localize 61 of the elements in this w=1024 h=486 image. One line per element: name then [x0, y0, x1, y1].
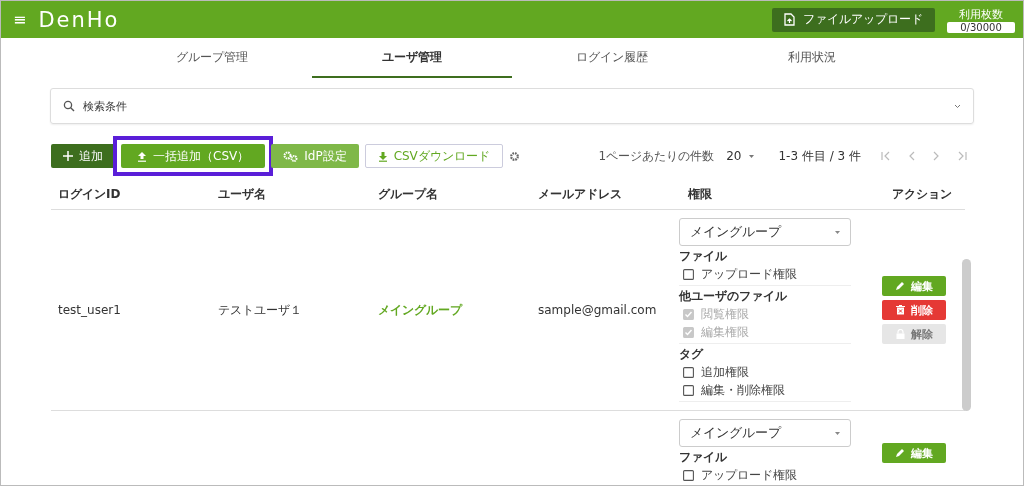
usage-counter: 0/30000	[947, 21, 1015, 33]
gears-icon	[283, 150, 299, 162]
column-header: 権限	[688, 186, 712, 201]
pencil-icon	[895, 448, 905, 458]
delete-button[interactable]: 削除	[882, 300, 946, 320]
group-select[interactable]: メイングループ	[679, 218, 851, 246]
pencil-icon	[895, 281, 905, 291]
column-header: ログインID	[58, 186, 121, 201]
previous-page-icon[interactable]	[909, 151, 915, 161]
upload-icon	[137, 150, 147, 162]
permission-section-title: ファイル	[679, 248, 728, 265]
rows-per-page-label: 1ページあたりの件数	[598, 147, 715, 165]
last-page-icon[interactable]	[957, 151, 967, 161]
permission-checkbox[interactable]: 追加権限	[679, 363, 851, 381]
download-icon	[377, 150, 388, 162]
nav-tab[interactable]: グループ管理	[112, 38, 312, 78]
checkbox-icon	[683, 366, 694, 378]
file-upload-icon	[784, 13, 795, 26]
email-cell: sample@gmail.com	[538, 303, 657, 317]
add-button[interactable]: 追加	[51, 144, 115, 168]
file-upload-button[interactable]: ファイルアップロード	[772, 7, 935, 32]
checkbox-icon	[683, 326, 694, 338]
page-range: 1-3 件目 / 3 件	[778, 147, 861, 165]
permission-checkbox[interactable]: アップロード権限	[679, 466, 851, 484]
permission-section-title: 他ユーザのファイル	[679, 288, 788, 305]
lock-icon	[895, 329, 905, 339]
column-header: メールアドレス	[538, 186, 622, 201]
caret-icon	[749, 154, 755, 158]
nav-tab[interactable]: ログイン履歴	[512, 38, 712, 78]
search-label: 検索条件	[83, 98, 127, 114]
app-logo: DenHo	[38, 7, 120, 32]
checkbox-icon	[683, 469, 694, 481]
column-header: アクション	[892, 186, 952, 201]
search-icon	[63, 100, 75, 112]
permission-section-title: ファイル	[679, 449, 728, 466]
next-page-icon[interactable]	[933, 151, 939, 161]
csv-download-button[interactable]: CSVダウンロード	[364, 144, 503, 168]
nav-tab[interactable]: ユーザ管理	[312, 38, 512, 78]
checkbox-icon	[683, 268, 694, 280]
user-name-cell: テストユーザ１	[218, 301, 302, 319]
caret-icon	[835, 230, 840, 234]
chevron-down-icon	[954, 103, 961, 109]
rows-per-page-select[interactable]: 20	[726, 149, 755, 163]
trash-icon	[895, 305, 905, 315]
group-select[interactable]: メイングループ	[679, 419, 851, 447]
column-header: ユーザ名	[218, 186, 266, 201]
plus-icon	[63, 151, 73, 161]
checkbox-icon	[683, 384, 694, 396]
usage-label: 利用枚数	[959, 6, 1003, 22]
checkbox-icon	[683, 308, 694, 320]
caret-icon	[835, 431, 840, 435]
permission-section-title: タグ	[679, 346, 705, 363]
first-page-icon[interactable]	[881, 151, 891, 161]
login-id-cell: test_user1	[58, 303, 121, 317]
settings-icon[interactable]	[508, 150, 520, 162]
scrollbar-thumb[interactable]	[962, 259, 971, 411]
permission-checkbox[interactable]: アップロード権限	[679, 265, 851, 283]
column-header: グループ名	[378, 186, 438, 201]
search-panel[interactable]: 検索条件	[50, 88, 974, 124]
permission-checkbox[interactable]: 編集・削除権限	[679, 381, 851, 399]
nav-tab[interactable]: 利用状況	[712, 38, 912, 78]
